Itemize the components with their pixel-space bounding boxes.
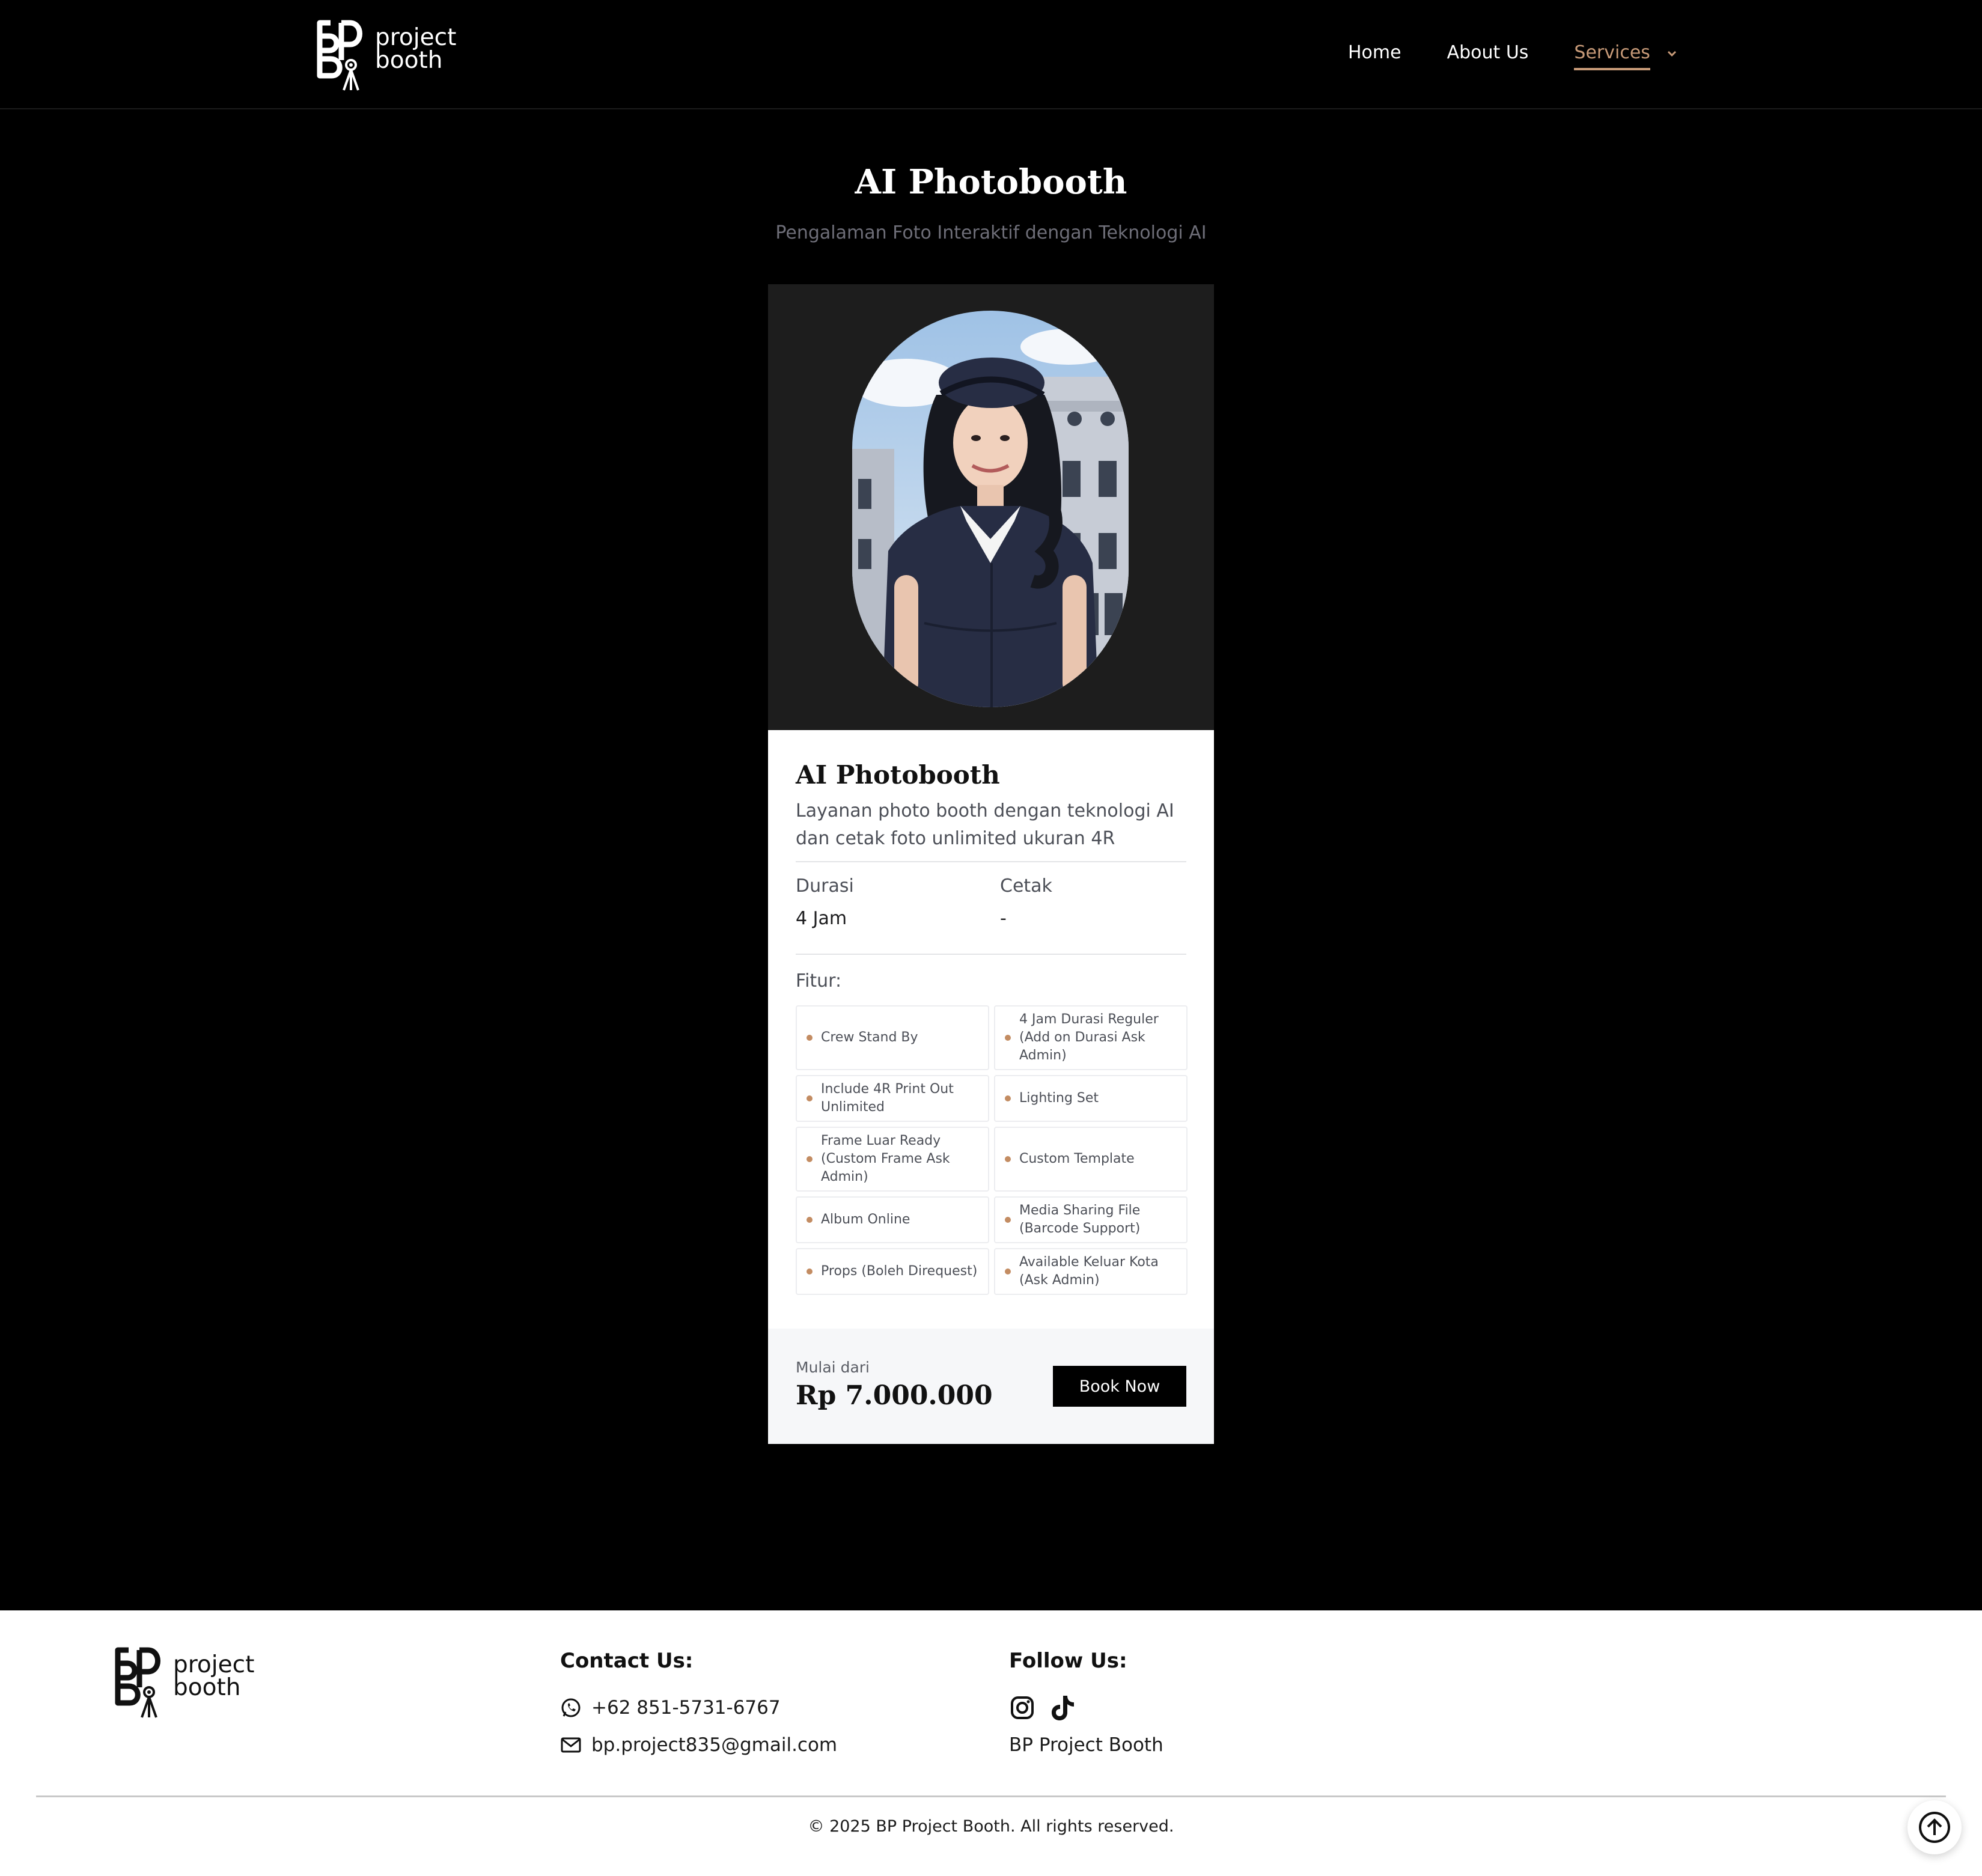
chevron-down-icon [1668, 50, 1677, 56]
nav-services-label: Services [1574, 42, 1650, 70]
feature-item: Lighting Set [994, 1075, 1188, 1122]
footer-divider [36, 1795, 1946, 1797]
bullet-icon [1005, 1217, 1011, 1223]
page-title: AI Photobooth [855, 162, 1127, 202]
feature-item: Frame Luar Ready (Custom Frame Ask Admin… [796, 1127, 989, 1192]
feature-item: Media Sharing File (Barcode Support) [994, 1196, 1188, 1243]
bullet-icon [807, 1095, 813, 1101]
nav-services[interactable]: Services [1574, 42, 1677, 70]
bullet-icon [807, 1217, 813, 1223]
whatsapp-icon [561, 1698, 581, 1717]
scroll-to-top-button[interactable] [1907, 1800, 1962, 1854]
arrow-up-icon [1919, 1812, 1950, 1843]
service-card: AI Photobooth Layanan photo booth dengan… [768, 284, 1214, 1444]
email-link[interactable]: bp.project835@gmail.com [560, 1734, 837, 1756]
phone-number: +62 851-5731-6767 [591, 1697, 781, 1719]
feature-item: Available Keluar Kota (Ask Admin) [994, 1248, 1188, 1295]
bullet-icon [1005, 1156, 1011, 1162]
price-value: Rp 7.000.000 [796, 1380, 993, 1411]
card-footer: Mulai dari Rp 7.000.000 Book Now [768, 1329, 1214, 1444]
instagram-icon[interactable] [1009, 1695, 1035, 1724]
print-value: - [1000, 908, 1007, 929]
feature-item: Custom Template [994, 1127, 1188, 1192]
bullet-icon [1005, 1035, 1011, 1041]
nav-home[interactable]: Home [1348, 42, 1401, 63]
email-address: bp.project835@gmail.com [591, 1734, 838, 1756]
features-grid: Crew Stand By 4 Jam Durasi Reguler (Add … [796, 1005, 1188, 1295]
bp-logo-icon [317, 20, 362, 91]
nav-about-us[interactable]: About Us [1447, 42, 1529, 63]
mail-icon [561, 1737, 581, 1753]
phone-link[interactable]: +62 851-5731-6767 [560, 1697, 781, 1719]
feature-item: 4 Jam Durasi Reguler (Add on Durasi Ask … [994, 1005, 1188, 1070]
ai-portrait-image [852, 311, 1129, 707]
card-description: Layanan photo booth dengan teknologi AI … [796, 800, 1174, 849]
social-icons [1009, 1693, 1088, 1725]
bp-logo-icon [115, 1647, 160, 1718]
feature-item: Include 4R Print Out Unlimited [796, 1075, 989, 1122]
brand-wordmark: project booth [375, 24, 457, 74]
footer-brand-logo[interactable]: project booth [111, 1645, 255, 1720]
main-nav: Home About Us Services [1348, 42, 1677, 70]
feature-item: Album Online [796, 1196, 989, 1243]
copyright-text: © 2025 BP Project Booth. All rights rese… [808, 1817, 1174, 1836]
bullet-icon [1005, 1095, 1011, 1101]
price-label: Mulai dari [796, 1359, 870, 1376]
tiktok-icon[interactable] [1047, 1693, 1076, 1725]
follow-heading: Follow Us: [1009, 1649, 1127, 1673]
bullet-icon [807, 1035, 813, 1041]
site-footer: project booth Contact Us: +62 851-5731-6… [0, 1610, 1982, 1876]
feature-item: Crew Stand By [796, 1005, 989, 1070]
bullet-icon [807, 1268, 813, 1275]
feature-item: Props (Boleh Direquest) [796, 1248, 989, 1295]
card-title: AI Photobooth [796, 760, 1000, 790]
divider [796, 861, 1186, 862]
bullet-icon [1005, 1268, 1011, 1275]
features-label: Fitur: [796, 970, 842, 991]
divider [796, 954, 1186, 955]
top-navbar: project booth Home About Us Services [0, 0, 1982, 109]
book-now-button[interactable]: Book Now [1053, 1366, 1186, 1407]
social-handle: BP Project Booth [1009, 1734, 1163, 1756]
bullet-icon [807, 1156, 813, 1162]
print-label: Cetak [1000, 876, 1052, 897]
brand-wordmark: project booth [173, 1651, 255, 1701]
card-image-area [768, 284, 1214, 730]
duration-value: 4 Jam [796, 908, 847, 929]
brand-logo[interactable]: project booth [313, 18, 457, 93]
page-subtitle: Pengalaman Foto Interaktif dengan Teknol… [775, 222, 1207, 243]
duration-label: Durasi [796, 876, 854, 897]
contact-heading: Contact Us: [560, 1649, 694, 1673]
